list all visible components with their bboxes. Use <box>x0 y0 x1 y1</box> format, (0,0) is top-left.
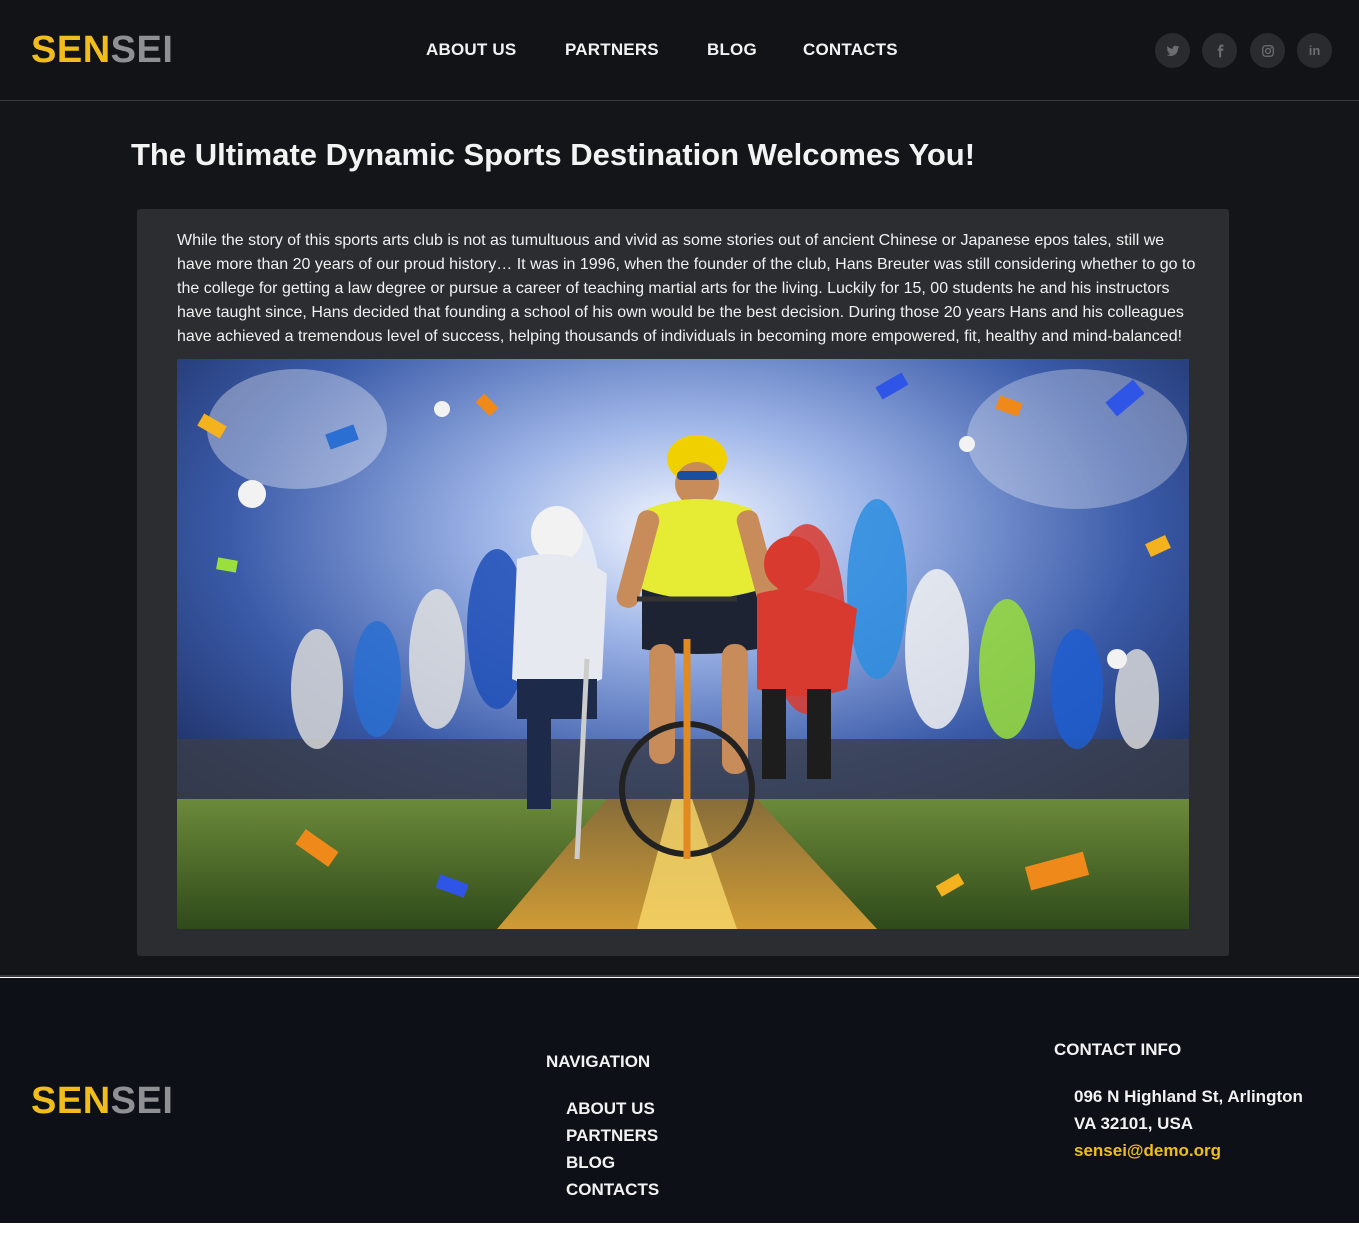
sports-hero-image <box>177 359 1189 929</box>
linkedin-icon[interactable]: in <box>1297 33 1332 68</box>
twitter-icon[interactable] <box>1155 33 1190 68</box>
footer-logo[interactable]: SENSEI <box>31 1082 173 1120</box>
footer-contact-heading: CONTACT INFO <box>1054 1040 1182 1059</box>
footer-logo-part-sei: SEI <box>110 1080 174 1122</box>
footer-link-partners[interactable]: PARTNERS <box>566 1126 658 1146</box>
facebook-icon[interactable] <box>1202 33 1237 68</box>
nav-blog[interactable]: BLOG <box>707 40 757 60</box>
site-footer: SENSEI NAVIGATION ABOUT US PARTNERS BLOG… <box>0 978 1359 1223</box>
hero-illustration <box>177 359 1189 929</box>
footer-logo-part-sen: SEN <box>31 1080 111 1122</box>
twitter-glyph <box>1166 45 1179 56</box>
page-bottom-margin <box>0 1223 1359 1244</box>
content-card: While the story of this sports arts club… <box>137 209 1229 956</box>
footer-navigation-heading: NAVIGATION <box>546 1052 651 1071</box>
footer-link-blog[interactable]: BLOG <box>566 1153 615 1173</box>
footer-address-line1: 096 N Highland St, Arlington <box>1074 1087 1303 1106</box>
nav-about-us[interactable]: ABOUT US <box>426 40 516 60</box>
intro-paragraph: While the story of this sports arts club… <box>177 232 1196 345</box>
instagram-icon[interactable] <box>1250 33 1285 68</box>
nav-partners[interactable]: PARTNERS <box>565 40 659 60</box>
footer-email-link[interactable]: sensei@demo.org <box>1074 1141 1221 1161</box>
instagram-glyph <box>1261 44 1274 57</box>
nav-contacts[interactable]: CONTACTS <box>803 40 898 60</box>
main-content: The Ultimate Dynamic Sports Destination … <box>0 101 1359 977</box>
facebook-glyph <box>1217 44 1223 57</box>
footer-address-line2: VA 32101, USA <box>1074 1114 1194 1133</box>
page-title: The Ultimate Dynamic Sports Destination … <box>131 137 976 172</box>
site-header: SENSEI ABOUT US PARTNERS BLOG CONTACTS i… <box>0 0 1359 101</box>
footer-link-contacts[interactable]: CONTACTS <box>566 1180 659 1200</box>
footer-link-about-us[interactable]: ABOUT US <box>566 1099 655 1119</box>
linkedin-glyph: in <box>1308 43 1321 58</box>
